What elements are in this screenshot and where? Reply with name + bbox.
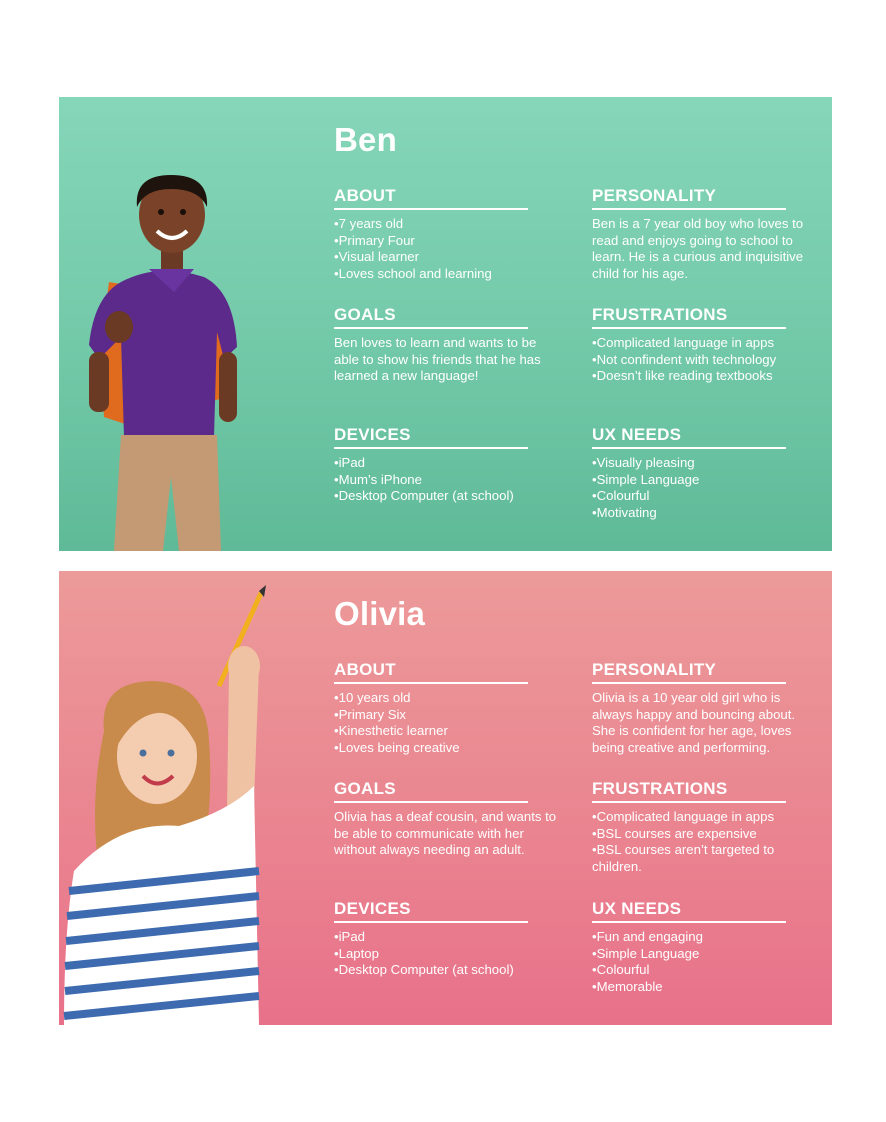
section-heading: FRUSTRATIONS [592, 779, 786, 803]
list-item: Laptop [334, 946, 560, 963]
devices-section: DEVICES iPad Mum’s iPhone Desktop Comput… [334, 425, 560, 505]
goals-section: GOALS Olivia has a deaf cousin, and want… [334, 779, 560, 859]
list-item: Fun and engaging [592, 929, 818, 946]
section-heading: UX NEEDS [592, 899, 786, 923]
list-item: BSL courses aren’t targeted to children. [592, 842, 814, 875]
list-item: Complicated language in apps [592, 335, 814, 352]
devices-list: iPad Mum’s iPhone Desktop Computer (at s… [334, 455, 560, 505]
personality-section: PERSONALITY Ben is a 7 year old boy who … [592, 186, 814, 282]
list-item: Mum’s iPhone [334, 472, 560, 489]
personality-text: Olivia is a 10 year old girl who is alwa… [592, 690, 796, 755]
ux-needs-list: Fun and engaging Simple Language Colourf… [592, 929, 818, 995]
section-heading: GOALS [334, 779, 528, 803]
section-heading: PERSONALITY [592, 660, 786, 684]
list-item: Desktop Computer (at school) [334, 488, 560, 505]
list-item: Desktop Computer (at school) [334, 962, 560, 979]
list-item: Colourful [592, 962, 818, 979]
about-section: ABOUT 10 years old Primary Six Kinesthet… [334, 660, 560, 756]
ben-illustration [89, 175, 237, 551]
list-item: BSL courses are expensive [592, 826, 814, 843]
list-item: Primary Four [334, 233, 560, 250]
persona-name: Ben [334, 121, 397, 158]
list-item: Doesn’t like reading textbooks [592, 368, 814, 385]
about-list: 10 years old Primary Six Kinesthetic lea… [334, 690, 560, 756]
frustrations-list: Complicated language in apps Not confind… [592, 335, 814, 385]
list-item: iPad [334, 455, 560, 472]
ux-needs-section: UX NEEDS Fun and engaging Simple Languag… [592, 899, 818, 995]
section-heading: ABOUT [334, 660, 528, 684]
section-heading: DEVICES [334, 425, 528, 449]
persona-card-olivia: Olivia ABOUT 10 years old Primary Six Ki… [59, 571, 832, 1025]
devices-list: iPad Laptop Desktop Computer (at school) [334, 929, 560, 979]
persona-name: Olivia [334, 595, 426, 632]
list-item: iPad [334, 929, 560, 946]
list-item: Visually pleasing [592, 455, 818, 472]
list-item: Motivating [592, 505, 818, 522]
list-item: Kinesthetic learner [334, 723, 560, 740]
olivia-illustration [63, 585, 266, 1025]
list-item: 10 years old [334, 690, 560, 707]
list-item: Simple Language [592, 472, 818, 489]
ux-needs-section: UX NEEDS Visually pleasing Simple Langua… [592, 425, 818, 521]
olivia-photo [59, 571, 329, 1025]
devices-section: DEVICES iPad Laptop Desktop Computer (at… [334, 899, 560, 979]
about-section: ABOUT 7 years old Primary Four Visual le… [334, 186, 560, 282]
section-heading: GOALS [334, 305, 528, 329]
goals-text: Olivia has a deaf cousin, and wants to b… [334, 809, 557, 858]
section-heading: FRUSTRATIONS [592, 305, 786, 329]
section-heading: UX NEEDS [592, 425, 786, 449]
list-item: Colourful [592, 488, 818, 505]
list-item: Not confindent with technology [592, 352, 814, 369]
goals-section: GOALS Ben loves to learn and wants to be… [334, 305, 560, 385]
personality-text: Ben is a 7 year old boy who loves to rea… [592, 216, 804, 281]
list-item: Loves being creative [334, 740, 560, 757]
list-item: Complicated language in apps [592, 809, 814, 826]
list-item: Memorable [592, 979, 818, 996]
persona-card-ben: Ben ABOUT 7 years old Primary Four Visua… [59, 97, 832, 551]
list-item: Primary Six [334, 707, 560, 724]
section-heading: DEVICES [334, 899, 528, 923]
section-heading: ABOUT [334, 186, 528, 210]
ben-photo [59, 97, 329, 551]
frustrations-section: FRUSTRATIONS Complicated language in app… [592, 305, 814, 385]
about-list: 7 years old Primary Four Visual learner … [334, 216, 560, 282]
list-item: Visual learner [334, 249, 560, 266]
list-item: Loves school and learning [334, 266, 560, 283]
section-heading: PERSONALITY [592, 186, 786, 210]
frustrations-section: FRUSTRATIONS Complicated language in app… [592, 779, 814, 875]
list-item: 7 years old [334, 216, 560, 233]
personality-section: PERSONALITY Olivia is a 10 year old girl… [592, 660, 814, 756]
ux-needs-list: Visually pleasing Simple Language Colour… [592, 455, 818, 521]
goals-text: Ben loves to learn and wants to be able … [334, 335, 541, 384]
frustrations-list: Complicated language in apps BSL courses… [592, 809, 814, 875]
list-item: Simple Language [592, 946, 818, 963]
